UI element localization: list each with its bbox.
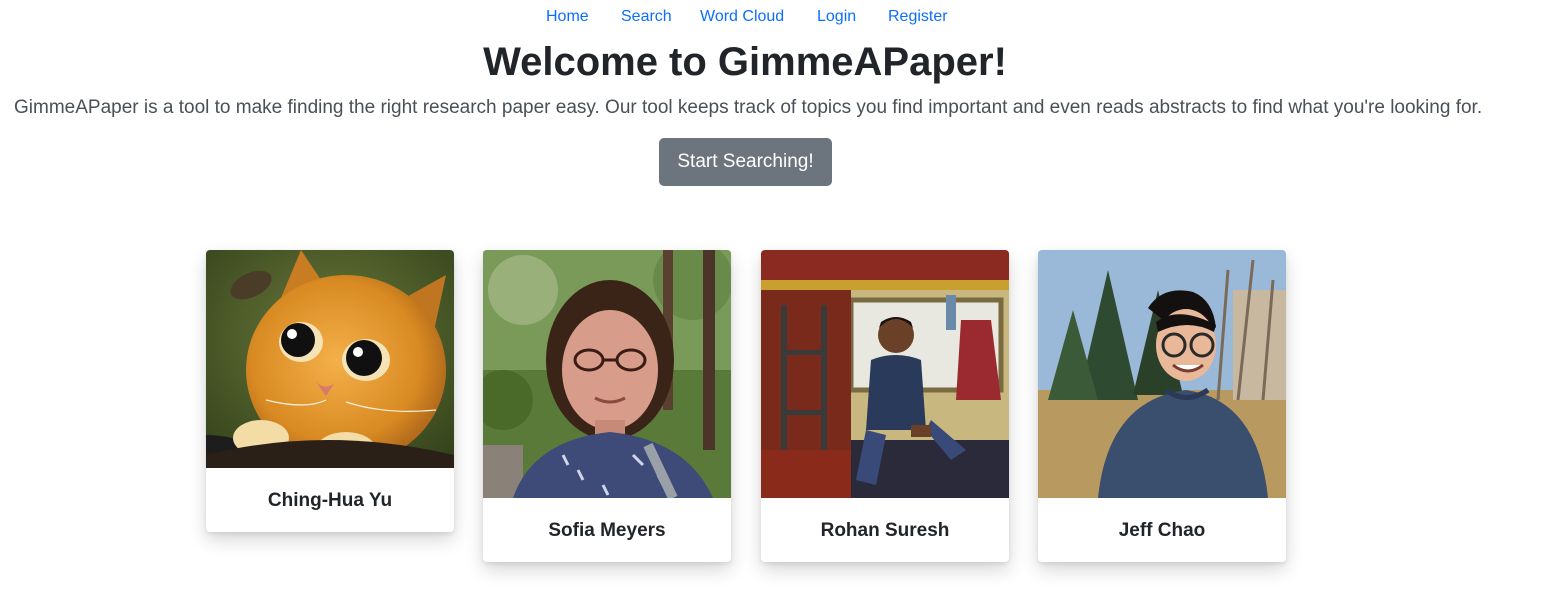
nav-link-register[interactable]: Register (888, 7, 948, 27)
person-outdoors-photo (1038, 250, 1286, 498)
team-card: Ching-Hua Yu (206, 250, 454, 532)
nav-link-login[interactable]: Login (817, 7, 856, 27)
team-card: Rohan Suresh (761, 250, 1009, 562)
team-card: Jeff Chao (1038, 250, 1286, 562)
team-card: Sofia Meyers (483, 250, 731, 562)
member-name: Jeff Chao (1118, 520, 1206, 541)
start-searching-button[interactable]: Start Searching! (659, 138, 832, 186)
person-on-train-photo (761, 250, 1009, 498)
top-nav: Home Search Word Cloud Login Register (0, 0, 1554, 34)
member-name: Ching-Hua Yu (267, 490, 393, 511)
intro-text: GimmeAPaper is a tool to make finding th… (14, 97, 1483, 118)
nav-link-search[interactable]: Search (621, 7, 672, 27)
orange-cat-photo (206, 250, 454, 468)
nav-link-home[interactable]: Home (546, 7, 589, 27)
nav-link-word-cloud[interactable]: Word Cloud (700, 7, 784, 27)
member-name: Rohan Suresh (820, 520, 950, 541)
person-portrait-photo (483, 250, 731, 498)
page-title: Welcome to GimmeAPaper! (483, 40, 1007, 84)
member-name: Sofia Meyers (548, 520, 666, 541)
